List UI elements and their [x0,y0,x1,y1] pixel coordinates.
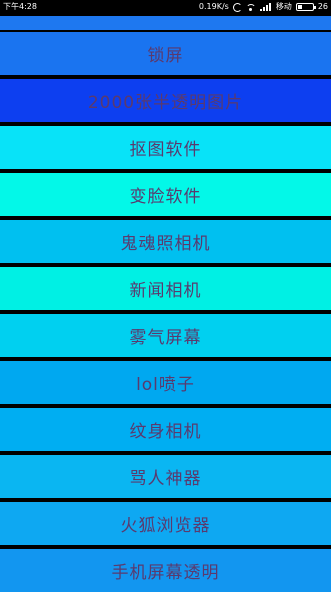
menu-item-insult-tool[interactable]: 骂人神器 [0,455,331,498]
battery-icon [295,3,316,11]
status-time: 下午4:28 [3,2,37,11]
menu-item-fog-screen[interactable]: 雾气屏幕 [0,314,331,357]
menu-item-label: 2000张半透明图片 [87,93,244,113]
menu-item-face-swap-software[interactable]: 变脸软件 [0,173,331,216]
menu-item-label: 鬼魂照相机 [120,234,211,254]
sync-icon [232,2,242,12]
menu-item-firefox-browser[interactable]: 火狐浏览器 [0,502,331,545]
menu-item-label: 锁屏 [147,46,184,66]
menu-item-label: 抠图软件 [129,140,202,160]
wifi-icon [245,3,256,11]
menu-item-lol-troll[interactable]: lol喷子 [0,361,331,404]
menu-item-label: 变脸软件 [129,187,202,207]
network-speed: 0.19K/s [198,2,229,11]
menu-item-label: lol喷子 [136,375,195,395]
menu-item-ghost-camera[interactable]: 鬼魂照相机 [0,220,331,263]
battery-percent: 26 [317,2,328,11]
menu-item-label: 火狐浏览器 [120,516,211,536]
menu-item-label: 纹身相机 [129,422,202,442]
signal-icon [259,3,272,11]
menu-item-label: 骂人神器 [129,469,202,489]
status-bar: 下午4:28 0.19K/s 移动 26 [0,0,331,14]
menu-item-label: 新闻相机 [129,281,202,301]
menu-item-transparent-screen[interactable]: 手机屏幕透明 [0,549,331,592]
menu-item-cutout-software[interactable]: 抠图软件 [0,126,331,169]
list-top-strip [0,16,331,30]
carrier-label: 移动 [275,2,292,11]
menu-item-label: 雾气屏幕 [129,328,202,348]
menu-item-lock-screen[interactable]: 锁屏 [0,32,331,75]
menu-item-tattoo-camera[interactable]: 纹身相机 [0,408,331,451]
menu-item-transparent-images[interactable]: 2000张半透明图片 [0,79,331,122]
menu-item-news-camera[interactable]: 新闻相机 [0,267,331,310]
menu-item-label: 手机屏幕透明 [111,563,220,583]
battery-fill [297,5,302,9]
status-icons: 0.19K/s 移动 26 [199,0,328,14]
